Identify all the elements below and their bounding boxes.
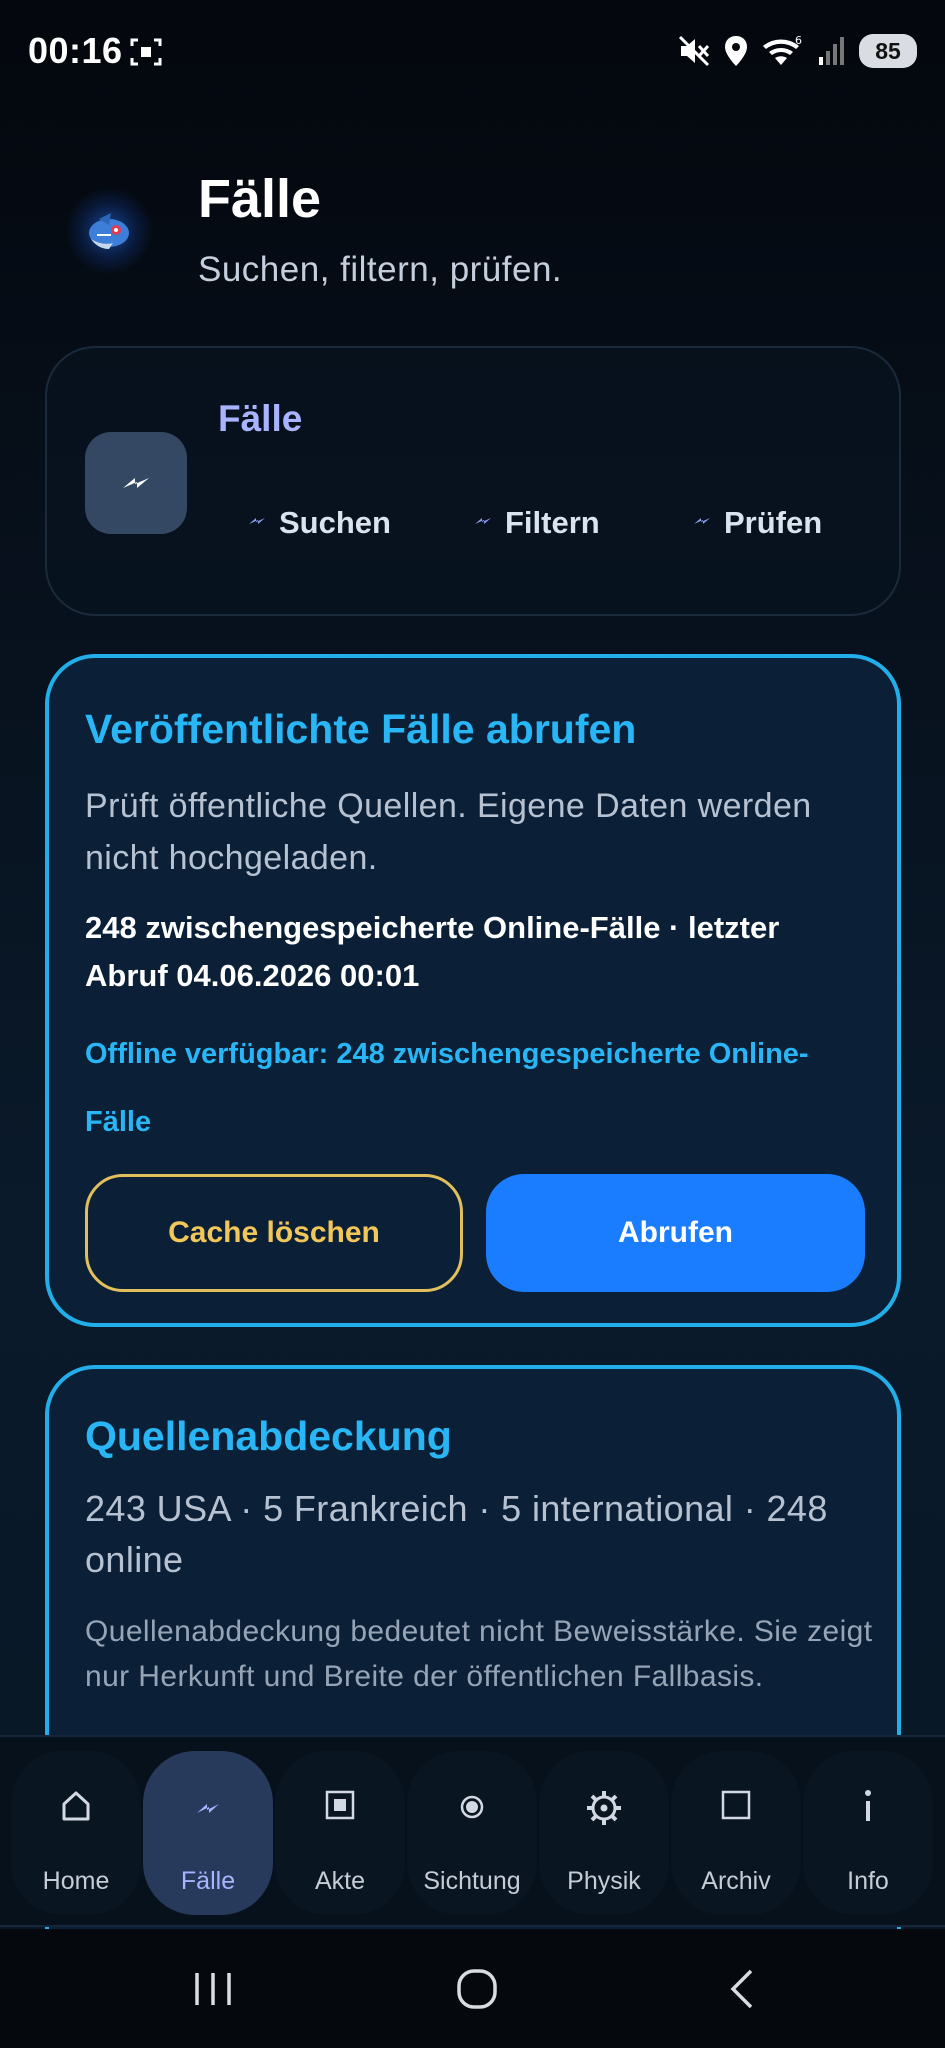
nav-item-archiv[interactable]: Archiv <box>671 1751 801 1915</box>
info-icon <box>803 1789 933 1832</box>
nav-label: Info <box>847 1867 889 1895</box>
wifi-icon: 6 <box>761 34 805 68</box>
chip-label: Prüfen <box>724 505 823 540</box>
nav-item-sichtung[interactable]: Sichtung <box>407 1751 537 1915</box>
nav-label: Home <box>42 1867 110 1895</box>
nav-label: Archiv <box>701 1867 771 1895</box>
shark-logo <box>66 188 152 274</box>
nav-item-faelle[interactable]: Fälle <box>143 1751 273 1915</box>
fetch-status-text: 248 zwischengespeicherte Online-Fälle · … <box>85 910 780 993</box>
fetch-card-description: Prüft öffentliche Quellen. Eigene Daten … <box>85 787 812 877</box>
status-icons: 6 85 <box>677 30 917 72</box>
bottom-navigation: Home Fälle Akte Sichtung Physik Archiv I… <box>0 1735 945 1927</box>
fetch-button[interactable]: Abrufen <box>486 1174 865 1292</box>
bolt-icon <box>247 513 267 534</box>
chip-suchen[interactable]: Suchen <box>247 503 391 543</box>
nav-item-physik[interactable]: Physik <box>539 1751 669 1915</box>
coverage-note: Quellenabdeckung bedeutet nicht Beweisst… <box>85 1615 873 1693</box>
fetch-cases-card: Veröffentlichte Fälle abrufen Prüft öffe… <box>45 654 901 1327</box>
status-bar: 00:16 6 85 <box>0 0 945 105</box>
bolt-icon <box>85 432 187 534</box>
nav-item-info[interactable]: Info <box>803 1751 933 1915</box>
signal-icon <box>817 35 847 67</box>
system-navigation-bar <box>0 1929 945 2048</box>
mute-icon <box>677 34 711 68</box>
chip-filtern[interactable]: Filtern <box>473 503 600 543</box>
home-circle-icon[interactable] <box>447 1959 507 2019</box>
nav-label: Akte <box>314 1867 366 1895</box>
chip-label: Suchen <box>279 505 391 540</box>
screenshot-icon <box>130 36 162 68</box>
nav-label: Physik <box>567 1867 641 1895</box>
bolt-icon <box>473 513 493 534</box>
back-icon[interactable] <box>712 1959 772 2019</box>
chip-pruefen[interactable]: Prüfen <box>692 503 822 543</box>
location-icon <box>723 34 749 68</box>
file-square-icon <box>275 1789 405 1829</box>
quick-card-title: Fälle <box>218 398 303 439</box>
fetch-card-title: Veröffentlichte Fälle abrufen <box>85 706 637 752</box>
nav-item-akte[interactable]: Akte <box>275 1751 405 1915</box>
home-icon <box>11 1789 141 1832</box>
offline-availability-text: Offline verfügbar: 248 zwischengespeiche… <box>85 1038 809 1138</box>
square-icon <box>671 1789 801 1829</box>
coverage-summary: 243 USA · 5 Frankreich · 5 international… <box>85 1488 828 1580</box>
page-title: Fälle <box>198 169 322 229</box>
status-time: 00:16 <box>28 30 123 71</box>
nav-item-home[interactable]: Home <box>11 1751 141 1915</box>
coverage-card-title: Quellenabdeckung <box>85 1413 452 1459</box>
chip-label: Filtern <box>505 505 600 540</box>
bolt-icon <box>143 1789 273 1829</box>
nav-label: Fälle <box>180 1867 236 1895</box>
recent-apps-icon[interactable] <box>183 1959 243 2019</box>
battery-indicator: 85 <box>859 34 917 68</box>
bolt-icon <box>692 513 712 534</box>
target-dot-icon <box>407 1789 537 1829</box>
clear-cache-button[interactable]: Cache löschen <box>85 1174 463 1292</box>
svg-text:6: 6 <box>795 34 802 47</box>
quick-actions-card: Fälle Suchen Filtern Prüfen <box>45 346 901 616</box>
page-subtitle: Suchen, filtern, prüfen. <box>198 250 563 289</box>
nav-label: Sichtung <box>423 1867 521 1895</box>
gear-icon <box>539 1789 669 1836</box>
